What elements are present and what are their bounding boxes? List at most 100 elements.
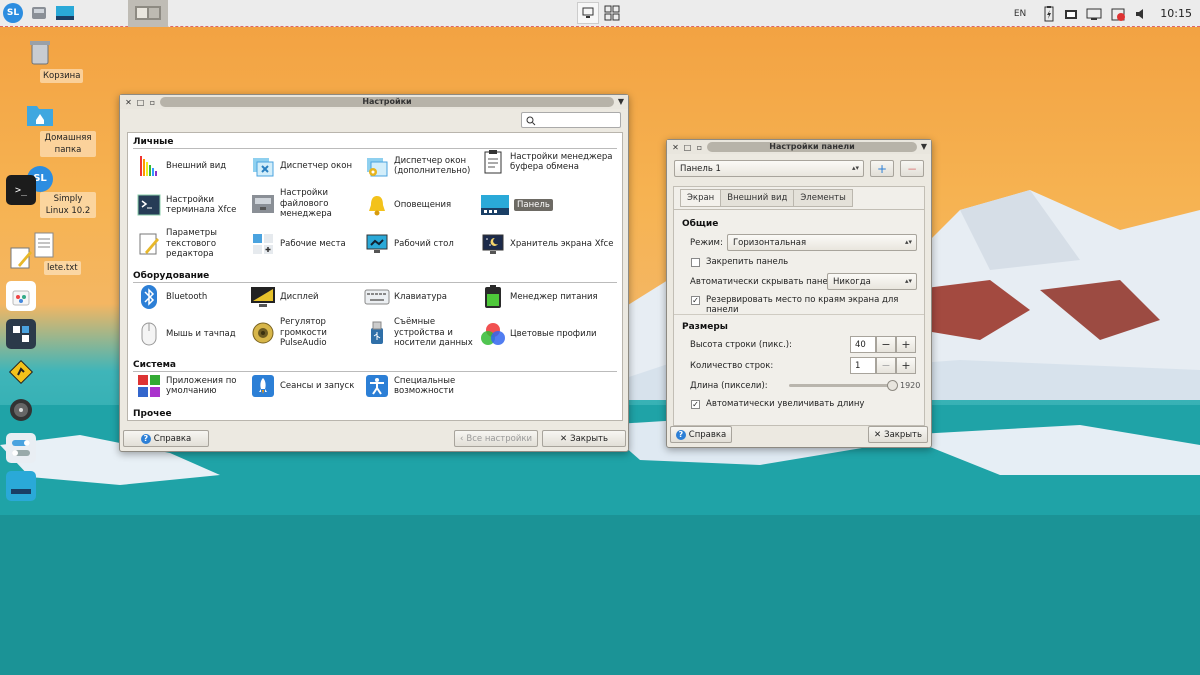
file-manager-launcher[interactable] <box>26 0 52 27</box>
settings-item-label: Менеджер питания <box>510 291 598 302</box>
settings-item-notifications[interactable]: Оповещения <box>364 192 476 218</box>
remove-panel-button[interactable]: − <box>900 160 924 177</box>
settings-item-bluetooth[interactable]: Bluetooth <box>136 284 246 310</box>
settings-item-removable[interactable]: Съёмные устройства и носители данных <box>364 317 476 349</box>
panel-select-dropdown[interactable]: Панель 1 ▴▾ <box>674 160 864 177</box>
chevron-updown-icon: ▴▾ <box>851 164 859 172</box>
length-slider-track[interactable] <box>789 384 893 387</box>
panel-icon <box>11 478 31 494</box>
tab-appearance[interactable]: Внешний вид <box>720 189 794 207</box>
screenshot-icon[interactable] <box>1064 7 1078 21</box>
settings-item-workspaces[interactable]: Рабочие места <box>250 231 360 257</box>
settings-item-label: Хранитель экрана Xfce <box>510 238 614 249</box>
updates-icon[interactable] <box>1110 6 1126 22</box>
settings-item-file-manager[interactable]: Настройки файлового менеджера <box>250 188 360 220</box>
clock[interactable]: 10:15 <box>1160 7 1192 20</box>
reserve-space-checkbox[interactable]: ✓ <box>691 296 700 305</box>
autohide-dropdown[interactable]: Никогда ▴▾ <box>827 273 917 290</box>
help-button[interactable]: ? Справка <box>123 430 209 447</box>
settings-item-screensaver[interactable]: Хранитель экрана Xfce <box>480 231 620 257</box>
simply-linux-logo-icon: SL <box>3 3 23 23</box>
settings-item-accessibility[interactable]: Специальные возможности <box>364 373 476 399</box>
close-button-label: Закрыть <box>570 433 608 444</box>
settings-item-display[interactable]: Дисплей <box>250 284 360 310</box>
row-height-input[interactable]: 40 <box>850 336 876 353</box>
settings-item-clipboard[interactable]: Настройки менеджера буфера обмена <box>480 149 620 175</box>
settings-item-appearance[interactable]: Внешний вид <box>136 153 246 179</box>
dock-toggles[interactable] <box>6 433 36 463</box>
color-profiles-icon <box>481 323 505 345</box>
settings-item-terminal[interactable]: Настройки терминала Xfce <box>136 192 246 218</box>
lock-panel-checkbox[interactable] <box>691 258 700 267</box>
menu-button[interactable]: SL <box>0 0 26 27</box>
all-settings-button[interactable]: ‹ Все настройки <box>454 430 538 447</box>
bell-icon <box>369 196 385 216</box>
panel-settings-launcher[interactable] <box>52 0 78 27</box>
titlebar[interactable]: ✕ □ ▫ Настройки панели ▼ <box>667 140 931 154</box>
settings-item-panel[interactable]: Панель <box>480 192 620 218</box>
maximize-window-icon[interactable]: □ <box>136 98 145 107</box>
chevron-updown-icon: ▴▾ <box>904 238 912 246</box>
dock-road-sign[interactable] <box>6 357 36 387</box>
titlebar[interactable]: ✕ □ ▫ Настройки ▼ <box>120 95 628 109</box>
settings-item-label: Рабочие места <box>280 238 346 249</box>
settings-item-window-manager-advanced[interactable]: Диспетчер окон (дополнительно) <box>364 153 476 179</box>
volume-icon[interactable] <box>1134 7 1148 21</box>
mode-dropdown[interactable]: Горизонтальная ▴▾ <box>727 234 917 251</box>
settings-item-mouse[interactable]: Мышь и тачпад <box>136 321 246 347</box>
close-window-icon[interactable]: ✕ <box>671 143 680 152</box>
settings-item-power[interactable]: Менеджер питания <box>480 284 620 310</box>
window-menu-icon[interactable]: ▼ <box>921 142 927 151</box>
maximize-window-icon[interactable]: □ <box>683 143 692 152</box>
keyboard-layout-indicator[interactable]: EN <box>1014 9 1026 19</box>
dock-panel[interactable] <box>6 471 36 501</box>
settings-list: Личные Внешний вид Диспетчер окон Диспет… <box>127 132 623 421</box>
settings-item-keyboard[interactable]: Клавиатура <box>364 284 476 310</box>
display-icon <box>251 287 275 307</box>
workspace-grid-button[interactable] <box>601 2 623 24</box>
minimize-window-icon[interactable]: ▫ <box>695 143 704 152</box>
settings-manager-window: ✕ □ ▫ Настройки ▼ Личные Внешний вид Дис… <box>119 94 629 452</box>
auto-length-checkbox[interactable]: ✓ <box>691 400 700 409</box>
close-button[interactable]: ✕ Закрыть <box>542 430 626 447</box>
file-manager-icon <box>252 194 274 213</box>
window-manager-icon <box>253 158 274 177</box>
settings-item-desktop[interactable]: Рабочий стол <box>364 231 476 257</box>
rows-increase-button[interactable]: + <box>896 357 916 374</box>
desktop-icon-home[interactable]: Домашняя папка <box>10 100 96 157</box>
settings-item-window-manager[interactable]: Диспетчер окон <box>250 153 360 179</box>
rows-decrease-button[interactable]: − <box>876 357 896 374</box>
rows-input[interactable]: 1 <box>850 357 876 374</box>
dock-disc[interactable] <box>6 395 36 425</box>
close-window-icon[interactable]: ✕ <box>124 98 133 107</box>
tab-display[interactable]: Экран <box>680 189 721 207</box>
dock-terminal[interactable]: >_ <box>6 175 36 205</box>
settings-item-volume[interactable]: Регулятор громкости PulseAudio <box>250 317 360 349</box>
add-panel-button[interactable]: + <box>870 160 894 177</box>
window-title: Настройки <box>160 97 614 107</box>
length-slider-handle[interactable] <box>887 380 898 391</box>
dock-editor[interactable] <box>6 243 36 273</box>
tab-items[interactable]: Элементы <box>793 189 853 207</box>
window-menu-icon[interactable]: ▼ <box>618 97 624 106</box>
search-input[interactable] <box>521 112 621 128</box>
mode-value: Горизонтальная <box>733 237 807 248</box>
close-button-label: Закрыть <box>884 429 922 440</box>
desktop-icon-trash[interactable]: Корзина <box>10 38 84 83</box>
battery-icon[interactable] <box>1042 5 1056 22</box>
workspace-1-button[interactable] <box>577 2 599 24</box>
settings-item-sessions[interactable]: Сеансы и запуск <box>250 373 360 399</box>
tab-panel: Экран Внешний вид Элементы Общие Режим: … <box>673 186 925 426</box>
dock-app-store[interactable] <box>6 281 36 311</box>
dock-control-center[interactable] <box>6 319 36 349</box>
settings-item-default-apps[interactable]: Приложения по умолчанию <box>136 373 246 399</box>
taskbar-window-button[interactable] <box>128 0 168 27</box>
settings-item-color-profiles[interactable]: Цветовые профили <box>480 321 620 347</box>
close-button[interactable]: ✕ Закрыть <box>868 426 928 443</box>
display-icon[interactable] <box>1086 7 1102 21</box>
row-height-increase-button[interactable]: + <box>896 336 916 353</box>
row-height-decrease-button[interactable]: − <box>876 336 896 353</box>
minimize-window-icon[interactable]: ▫ <box>148 98 157 107</box>
help-button[interactable]: ? Справка <box>670 426 732 443</box>
settings-item-text-editor[interactable]: Параметры текстового редактора <box>136 228 246 260</box>
